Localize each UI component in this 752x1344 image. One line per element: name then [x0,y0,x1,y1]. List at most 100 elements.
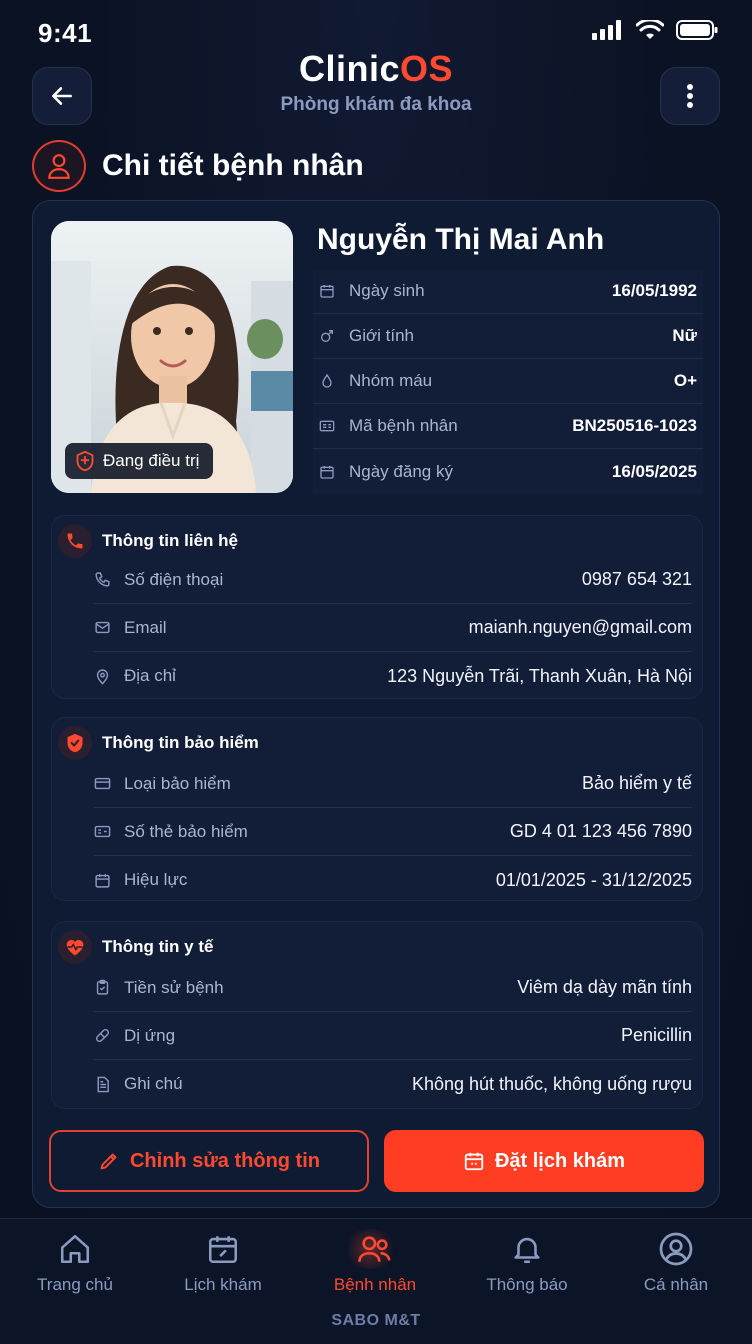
gender-icon [319,328,341,344]
nav-item-appointments[interactable]: Lịch khám [148,1229,298,1295]
insurance-row-type: Loại bảo hiểm Bảo hiểm y tế [94,760,692,808]
user-circle-icon [658,1229,694,1269]
calendar-edit-icon [205,1229,241,1269]
calendar-icon [319,283,341,299]
insurance-rows: Loại bảo hiểm Bảo hiểm y tế Số thẻ bảo h… [94,760,692,904]
calendar-icon [464,1152,484,1171]
info-row-birthdate: Ngày sinh 16/05/1992 [313,269,703,314]
edit-info-label: Chỉnh sửa thông tin [129,1149,320,1172]
info-row-gender: Giới tính Nữ [313,314,703,359]
contact-row-email: Email maianh.nguyen@gmail.com [94,604,692,652]
phone-icon [58,524,92,558]
brand-header: ClinicOS Phòng khám đa khoa [0,48,752,116]
row-value[interactable]: 0987 654 321 [582,569,692,590]
book-appointment-button[interactable]: Đặt lịch khám [384,1130,704,1192]
status-icons [592,20,718,40]
insurance-section-header: Thông tin bảo hiểm [58,726,259,760]
patient-name: Nguyễn Thị Mai Anh [317,223,605,256]
info-row-patient-id: Mã bệnh nhân BN250516-1023 [313,404,703,449]
medical-row-allergy: Dị ứng Penicillin [94,1012,692,1060]
nav-item-profile[interactable]: Cá nhân [601,1229,751,1295]
card-icon [94,775,124,792]
insurance-section: Thông tin bảo hiểm Loại bảo hiểm Bảo hiể… [51,717,703,901]
nav-item-home[interactable]: Trang chủ [0,1229,150,1295]
nav-label: Trang chủ [37,1275,113,1294]
status-time: 9:41 [38,18,93,48]
row-value: Bảo hiểm y tế [581,773,692,793]
page-title: Chi tiết bệnh nhân [102,149,364,182]
patient-info-list: Ngày sinh 16/05/1992 Giới tính Nữ Nhóm m… [313,269,703,494]
row-value: 123 Nguyễn Trãi, Thanh Xuân, Hà Nội [387,665,692,686]
medical-section-header: Thông tin y tế [58,930,213,964]
patient-photo: Đang điều trị [51,221,293,493]
row-label: Số thẻ bảo hiểm [124,821,248,841]
contact-row-phone: Số điện thoại 0987 654 321 [94,556,692,604]
wifi-icon [636,20,664,39]
info-value: Nữ [672,326,697,345]
shield-check-icon [58,726,92,760]
phone-outline-icon [94,571,124,588]
row-value: Penicillin [620,1025,692,1045]
nav-item-patients[interactable]: Bệnh nhân [300,1229,450,1295]
info-label: Ngày sinh [349,281,425,300]
treatment-status-badge: Đang điều trị [65,443,214,479]
row-label: Email [124,617,167,637]
row-label: Tiền sử bệnh [124,977,224,997]
blood-drop-icon [319,373,341,389]
map-pin-icon [94,668,124,685]
row-value: 01/01/2025 - 31/12/2025 [495,869,692,890]
row-value[interactable]: maianh.nguyen@gmail.com [469,617,692,638]
heart-pulse-icon [58,930,92,964]
nav-label: Thông báo [486,1275,568,1294]
info-value: 16/05/1992 [611,281,697,300]
calendar-icon [319,464,341,480]
clipboard-icon [94,979,124,996]
info-value: 16/05/2025 [611,461,697,481]
shield-icon [76,450,94,472]
contact-rows: Số điện thoại 0987 654 321 Email maianh.… [94,556,692,700]
more-options-button[interactable] [660,67,720,125]
nav-item-notifications[interactable]: Thông báo [452,1229,602,1295]
row-value: GD 4 01 123 456 7890 [509,821,692,841]
medical-row-notes: Ghi chú Không hút thuốc, không uống rượu [94,1060,692,1108]
info-row-blood-type: Nhóm máu O+ [313,359,703,404]
section-title: Thông tin y tế [102,937,214,956]
pencil-icon [100,1153,117,1170]
id-card-icon [94,823,124,840]
book-appointment-label: Đặt lịch khám [494,1149,626,1172]
info-value: O+ [673,371,697,390]
nav-label: Lịch khám [184,1275,262,1294]
insurance-row-validity: Hiệu lực 01/01/2025 - 31/12/2025 [94,856,692,904]
info-label: Ngày đăng ký [349,461,453,481]
home-icon [57,1229,93,1269]
section-title: Thông tin liên hệ [102,531,238,550]
row-value: Viêm dạ dày mãn tính [517,977,692,997]
contact-section-header: Thông tin liên hệ [58,524,238,558]
medical-rows: Tiền sử bệnh Viêm dạ dày mãn tính Dị ứng… [94,964,692,1108]
row-label: Số điện thoại [124,569,224,589]
info-label: Mã bệnh nhân [349,416,458,435]
nav-label: Bệnh nhân [333,1275,417,1294]
info-label: Nhóm máu [349,371,433,390]
users-icon [342,1229,398,1269]
mail-icon [94,619,124,636]
status-badge-label: Đang điều trị [103,451,200,470]
app-logo: ClinicOS [298,48,454,89]
row-label: Hiệu lực [124,870,188,889]
contact-row-address: Địa chỉ 123 Nguyễn Trãi, Thanh Xuân, Hà … [94,652,692,700]
contact-section: Thông tin liên hệ Số điện thoại 0987 654… [51,515,703,699]
row-label: Dị ứng [124,1025,176,1045]
edit-info-button[interactable]: Chỉnh sửa thông tin [49,1130,369,1192]
id-card-icon [319,418,341,434]
app-screen: 9:41 ClinicOS Phòng khám đa khoa Chi tiế… [0,0,752,1344]
medical-section: Thông tin y tế Tiền sử bệnh Viêm dạ dày … [51,921,703,1109]
patient-detail-card: Đang điều trị Nguyễn Thị Mai Anh Ngày si… [32,200,720,1208]
calendar-icon [94,872,124,889]
footer-brand: SABO M&T [331,1312,421,1329]
more-vertical-icon [687,84,693,108]
document-icon [94,1076,124,1093]
signal-icon [592,20,621,40]
battery-icon [676,20,718,40]
section-title: Thông tin bảo hiểm [102,733,259,752]
pill-icon [94,1027,124,1044]
